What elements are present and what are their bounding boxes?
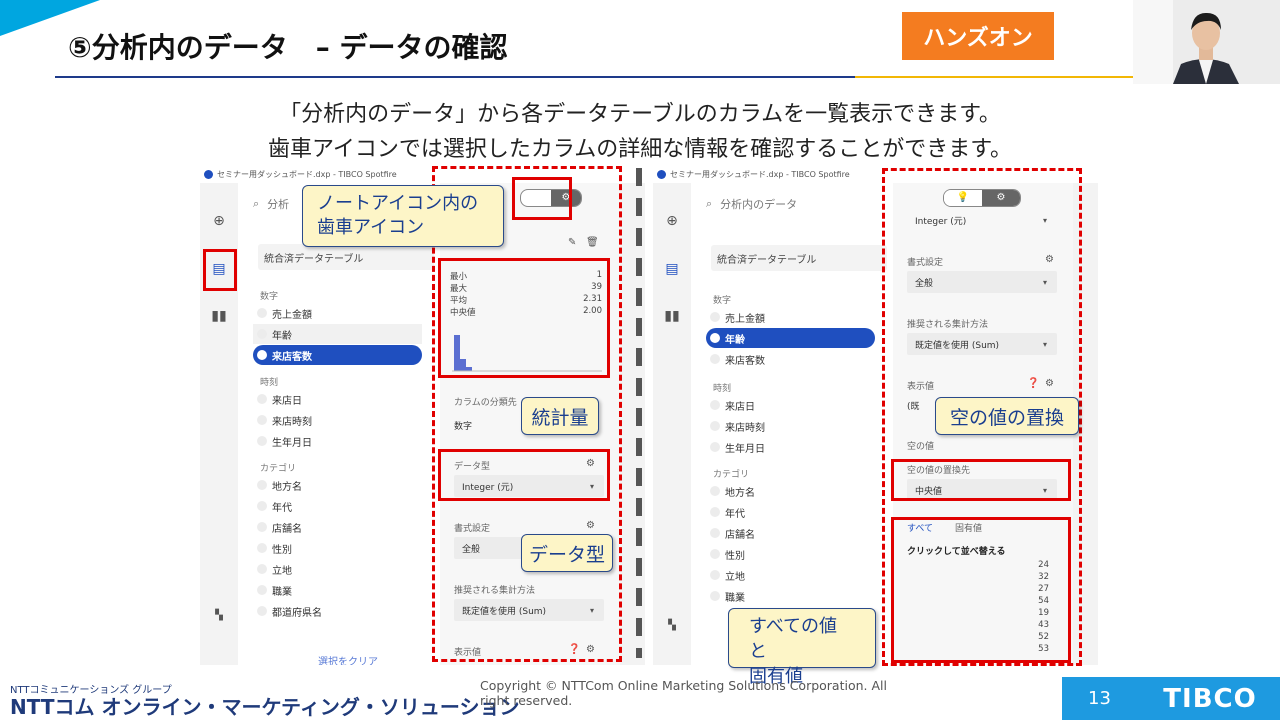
column-item[interactable]: 来店日 [706,395,875,415]
group-number[interactable]: 数字 [260,289,278,302]
column-item[interactable]: 来店日 [253,389,422,409]
highlight-values [891,517,1071,663]
column-item[interactable]: 職業 [253,580,422,600]
add-icon[interactable]: ⊕ [211,213,227,229]
callout-datatype: データ型 [521,534,613,572]
column-item[interactable]: 生年月日 [253,431,422,451]
add-icon[interactable]: ⊕ [664,213,680,229]
column-item[interactable]: 性別 [253,538,422,558]
highlight-data-icon [203,249,237,291]
column-item[interactable]: 職業 [706,586,875,606]
column-item[interactable]: 来店時刻 [706,416,875,436]
column-item-selected[interactable]: 年齢 [706,328,875,348]
right-search-text: 分析内のデータ [720,198,798,211]
title-underline [55,76,855,78]
column-item[interactable]: 立地 [706,565,875,585]
clear-selection-link[interactable]: 選択をクリア [238,653,458,665]
callout-stats: 統計量 [521,397,599,435]
column-item[interactable]: 都道府県名 [253,601,422,621]
left-titlebar-text: セミナー用ダッシュボード.dxp - TIBCO Spotfire [217,169,397,179]
spotfire-logo-icon [204,169,213,179]
column-item[interactable]: 店舗名 [706,523,875,543]
column-item[interactable]: 店舗名 [253,517,422,537]
spotfire-logo-icon [657,169,666,179]
column-item[interactable]: 立地 [253,559,422,579]
column-item[interactable]: 地方名 [706,481,875,501]
group-time[interactable]: 時刻 [713,381,731,394]
group-category[interactable]: カテゴリ [713,467,749,480]
right-titlebar-text: セミナー用ダッシュボード.dxp - TIBCO Spotfire [670,169,850,179]
left-data-panel: ⌕ 分析 統合済データテーブル 数字 売上金額 年齢 来店客数 時刻 来店日 来… [238,183,464,665]
column-item[interactable]: 売上金額 [706,307,875,327]
column-item[interactable]: 年齢 [253,324,422,344]
highlight-stats [438,258,610,378]
webcam-presenter [1133,0,1280,84]
description-line-1: 「分析内のデータ」から各データテーブルのカラムを一覧表示できます。 [279,102,1001,127]
right-search[interactable]: ⌕ 分析内のデータ [706,193,896,215]
column-item[interactable]: 来店客数 [706,349,875,369]
column-item[interactable]: 来店時刻 [253,410,422,430]
callout-all-values: すべての値と 固有値 [728,608,876,687]
column-item[interactable]: 生年月日 [706,437,875,457]
left-table-selector[interactable]: 統合済データテーブル [258,244,434,270]
visualization-icon[interactable]: ▮▮ [211,308,227,324]
grid-icon[interactable]: ▚ [211,608,227,624]
data-in-analysis-icon[interactable]: ▤ [664,261,680,277]
panel-divider [636,168,642,658]
column-item[interactable]: 年代 [253,496,422,516]
right-icon-rail: ⊕ ▤ ▮▮ ▚ [653,183,691,665]
tibco-logo: TIBCO [1163,683,1257,714]
search-icon: ⌕ [253,197,260,210]
search-icon: ⌕ [706,197,713,210]
callout-empty-replace: 空の値の置換 [935,397,1079,435]
title-underline-accent [855,76,1145,78]
column-item[interactable]: 売上金額 [253,303,422,323]
column-item[interactable]: 地方名 [253,475,422,495]
slide-title: ⑤分析内のデータ – データの確認 [68,31,508,64]
highlight-replace-empty [891,459,1071,501]
right-table-selector[interactable]: 統合済データテーブル [711,245,887,271]
highlight-datatype [438,449,610,501]
page-number: 13 [1088,688,1111,709]
grid-icon[interactable]: ▚ [664,618,680,634]
column-item-selected[interactable]: 来店客数 [253,345,422,365]
group-time[interactable]: 時刻 [260,375,278,388]
callout-gear: ノートアイコン内の 歯車アイコン [302,185,504,247]
column-item[interactable]: 性別 [706,544,875,564]
right-data-panel: ⌕ 分析内のデータ 統合済データテーブル 数字 売上金額 年齢 来店客数 時刻 … [691,183,907,665]
left-search-text: 分析 [267,198,290,211]
highlight-gear-icon [512,177,572,220]
copyright: Copyright © NTTCom Online Marketing Solu… [480,678,887,708]
visualization-icon[interactable]: ▮▮ [664,308,680,324]
group-category[interactable]: カテゴリ [260,461,296,474]
description-line-2: 歯車アイコンでは選択したカラムの詳細な情報を確認することができます。 [267,137,1013,162]
column-item[interactable]: 年代 [706,502,875,522]
company-name: NTTコム オンライン・マーケティング・ソリューション [10,695,520,719]
handson-badge: ハンズオン [902,12,1054,60]
group-number[interactable]: 数字 [713,293,731,306]
